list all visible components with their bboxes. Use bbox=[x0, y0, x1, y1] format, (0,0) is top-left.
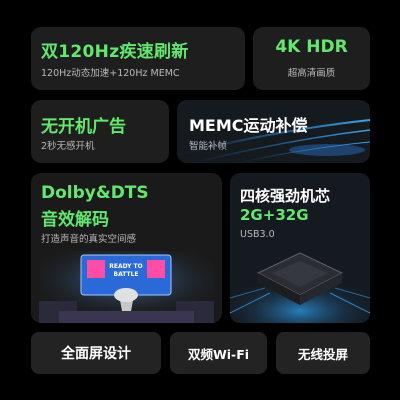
audio-title-line1: Dolby&DTS bbox=[41, 183, 149, 203]
card-hdr: 4K HDR 超高清画质 bbox=[253, 27, 370, 90]
feature-fullscreen: 全面屏设计 bbox=[31, 332, 161, 374]
card-memc: MEMC运动补偿 智能补帧 bbox=[177, 100, 370, 163]
processor-chip-graphic bbox=[230, 252, 370, 323]
audio-title-line2: 音效解码 bbox=[41, 210, 109, 230]
game-stage-graphic: READY TO BATTLE bbox=[39, 251, 214, 323]
card-refresh: 双120Hz疾速刷新 120Hz动态加速+120Hz MEMC bbox=[31, 27, 245, 90]
refresh-subtitle: 120Hz动态加速+120Hz MEMC bbox=[41, 68, 180, 79]
hdr-title: 4K HDR bbox=[275, 37, 348, 57]
card-noads: 无开机广告 2秒无感开机 bbox=[31, 100, 169, 163]
refresh-title: 双120Hz疾速刷新 bbox=[41, 42, 189, 62]
noads-subtitle: 2秒无感开机 bbox=[41, 141, 95, 152]
battle-screen-text: READY TO BATTLE bbox=[109, 263, 143, 278]
card-chip: 四核强劲机芯 2G+32G USB3.0 bbox=[230, 173, 370, 323]
feature-cast: 无线投屏 bbox=[276, 332, 370, 374]
audio-subtitle: 打造声音的真实空间感 bbox=[41, 234, 137, 245]
noads-title: 无开机广告 bbox=[41, 117, 126, 137]
chip-usb: USB3.0 bbox=[240, 229, 275, 240]
hdr-subtitle: 超高清画质 bbox=[287, 68, 336, 79]
chip-title: 四核强劲机芯 bbox=[240, 187, 331, 205]
feature-wifi: 双频Wi-Fi bbox=[170, 332, 267, 374]
chip-memory: 2G+32G bbox=[240, 206, 309, 224]
card-audio: Dolby&DTS 音效解码 打造声音的真实空间感 READY TO BATTL… bbox=[31, 173, 222, 323]
memc-subtitle: 智能补帧 bbox=[189, 141, 228, 152]
memc-title: MEMC运动补偿 bbox=[189, 116, 308, 135]
